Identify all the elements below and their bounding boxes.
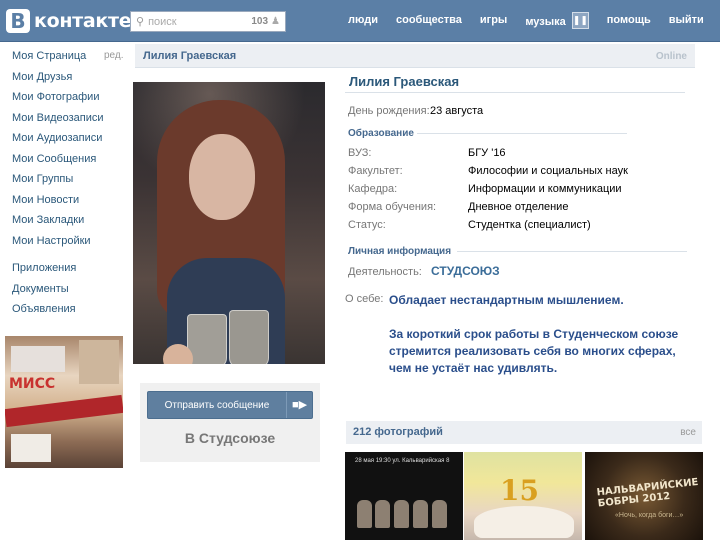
sidebar-item-photos[interactable]: Мои Фотографии (12, 90, 132, 111)
profile-tagline: В Студсоюзе (184, 430, 276, 446)
divider (457, 251, 687, 252)
thumbnail-figure (394, 500, 409, 528)
photo-thumbnail[interactable]: 28 мая 19:30 ул. Кальварийская 8 (345, 452, 463, 540)
divider (345, 92, 685, 93)
thumbnail-figure (375, 500, 390, 528)
ad-panel (79, 340, 119, 384)
personal-info-title: Личная информация (348, 246, 452, 257)
logo-text: контакте (34, 10, 132, 32)
nav-communities[interactable]: сообщества (396, 14, 462, 29)
education-label: ВУЗ: (348, 147, 372, 159)
about-paragraph: За короткий срок работы в Студенческом с… (389, 327, 679, 375)
activity-label: Деятельность: (348, 266, 422, 278)
education-label: Статус: (348, 219, 386, 231)
sidebar-item-ads[interactable]: Объявления (12, 302, 132, 323)
activity-value: СТУДСОЮЗ (431, 264, 500, 278)
photos-all-link[interactable]: все (680, 427, 696, 438)
ad-band (5, 394, 123, 428)
photos-title[interactable]: 212 фотографий (353, 426, 443, 438)
search-placeholder: поиск (148, 15, 177, 28)
sidebar-item-bookmarks[interactable]: Мои Закладки (12, 213, 132, 234)
nav-logout[interactable]: выйти (669, 14, 704, 29)
vk-logo[interactable]: B контакте (6, 8, 132, 34)
photo-thumbnail[interactable]: 15 (464, 452, 582, 540)
sidebar-item-settings[interactable]: Мои Настройки (12, 234, 132, 255)
thumbnail-figure (413, 500, 428, 528)
about-label: О себе: (345, 293, 384, 305)
birthday-value[interactable]: 23 августа (430, 105, 483, 117)
photos-header[interactable]: 212 фотографий все (346, 421, 702, 444)
photo-cup (229, 310, 269, 364)
search-icon: ⚲ (136, 16, 145, 28)
thumbnail-figure (357, 500, 372, 528)
sidebar-item-news[interactable]: Мои Новости (12, 193, 132, 214)
education-value[interactable]: Философии и социальных наук (468, 165, 628, 177)
ad-title: МИСС (9, 376, 56, 392)
sidebar-item-documents[interactable]: Документы (12, 282, 132, 303)
sidebar-item-my-page[interactable]: Моя Страница ред. (12, 49, 132, 70)
about-text: Обладает нестандартным мышлением. За кор… (389, 292, 689, 394)
nav-music-group: музыка ❚❚ (525, 12, 589, 29)
nav-games[interactable]: игры (480, 14, 507, 29)
profile-actions: Отправить сообщение ■▶ В Студсоюзе (140, 383, 320, 462)
sidebar-item-label: Моя Страница (12, 50, 87, 62)
ad-panel (11, 346, 65, 372)
edit-link[interactable]: ред. (104, 49, 124, 63)
profile-header-name: Лилия Граевская (143, 50, 237, 62)
ad-panel (11, 434, 51, 462)
sidebar-item-audio[interactable]: Мои Аудиозаписи (12, 131, 132, 152)
education-label: Кафедра: (348, 183, 398, 195)
top-bar: B контакте ⚲ поиск 103 ♟ люди сообщества… (0, 0, 720, 42)
photo-face (189, 134, 255, 220)
menu-divider (12, 254, 132, 261)
send-message-label: Отправить сообщение (164, 400, 270, 411)
profile-photo[interactable] (133, 82, 325, 364)
education-title: Образование (348, 128, 414, 139)
education-label: Факультет: (348, 165, 403, 177)
sidebar-item-friends[interactable]: Мои Друзья (12, 70, 132, 91)
photo-cup (187, 314, 227, 364)
nav-people[interactable]: люди (348, 14, 378, 29)
photo-thumbnail[interactable]: НАЛЬВАРИЙСКИЕ БОБРЫ 2012 «Ночь, когда бо… (585, 452, 703, 540)
top-nav: люди сообщества игры музыка ❚❚ помощь вы… (348, 12, 720, 29)
education-value[interactable]: Студентка (специалист) (468, 219, 591, 231)
thumbnail-text: «Ночь, когда боги…» (615, 512, 684, 519)
profile-name: Лилия Граевская (349, 74, 460, 89)
sidebar-item-groups[interactable]: Мои Группы (12, 172, 132, 193)
logo-letter: B (6, 9, 30, 33)
about-paragraph: Обладает нестандартным мышлением. (389, 293, 624, 307)
online-status: Online (655, 51, 687, 62)
thumbnail-text: НАЛЬВАРИЙСКИЕ БОБРЫ 2012 (596, 476, 699, 510)
birthday-label: День рождения: (348, 105, 430, 117)
sidebar-item-videos[interactable]: Мои Видеозаписи (12, 111, 132, 132)
education-value[interactable]: Дневное отделение (468, 201, 568, 213)
search-count: 103 (251, 16, 269, 27)
send-message-button[interactable]: Отправить сообщение ■▶ (147, 391, 313, 419)
thumbnail-cake (474, 506, 574, 538)
left-menu: Моя Страница ред. Мои Друзья Мои Фотогра… (12, 49, 132, 323)
thumbnail-text: 28 мая 19:30 ул. Кальварийская 8 (355, 458, 450, 464)
search-input[interactable]: ⚲ поиск 103 ♟ (130, 11, 286, 32)
education-value[interactable]: БГУ '16 (468, 147, 506, 159)
pause-icon[interactable]: ❚❚ (571, 12, 589, 29)
ad-banner[interactable]: МИСС (5, 336, 123, 468)
nav-music[interactable]: музыка (525, 16, 565, 28)
education-label: Форма обучения: (348, 201, 437, 213)
profile-name-bar: Лилия Граевская Online (135, 44, 695, 68)
nav-help[interactable]: помощь (607, 14, 651, 29)
sidebar-item-apps[interactable]: Приложения (12, 261, 132, 282)
divider (417, 133, 627, 134)
thumbnail-text: 15 (500, 474, 539, 507)
thumbnail-figure (432, 500, 447, 528)
education-value[interactable]: Информации и коммуникации (468, 183, 622, 195)
sidebar-item-messages[interactable]: Мои Сообщения (12, 152, 132, 173)
video-call-icon[interactable]: ■▶ (286, 392, 312, 418)
person-icon: ♟ (271, 16, 280, 27)
